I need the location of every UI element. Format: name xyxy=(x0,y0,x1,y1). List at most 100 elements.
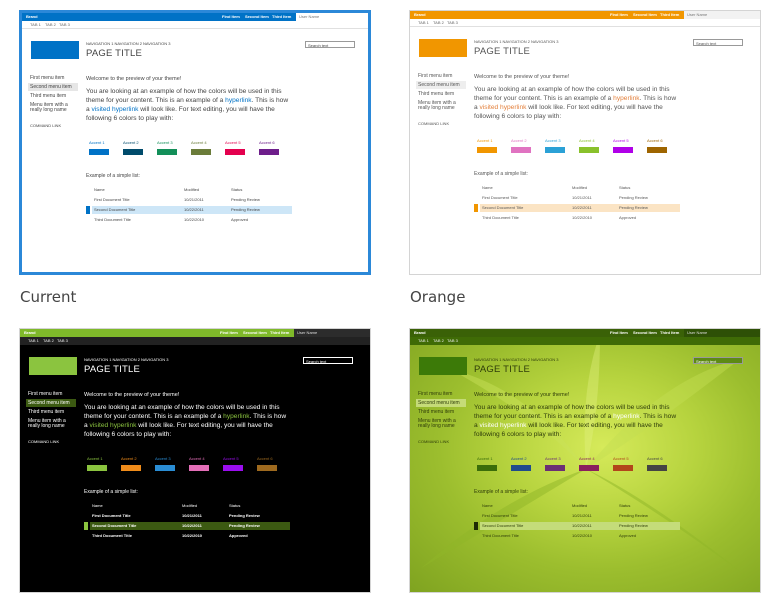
theme-thumbnail[interactable]: Brand Find Item Second Item Third Item User … xyxy=(19,328,371,593)
list-column-header[interactable]: Status xyxy=(619,186,630,190)
breadcrumb[interactable]: NAVIGATION 1 NAVIGATION 2 NAVIGATION 3 xyxy=(84,358,168,362)
suite-nav-item[interactable]: Third Item xyxy=(660,331,679,335)
user-name[interactable]: User Name xyxy=(299,15,319,19)
list-column-header[interactable]: Status xyxy=(619,504,630,508)
accent-swatch xyxy=(477,465,497,471)
list-cell[interactable]: Second Document Title xyxy=(482,206,523,210)
command-link[interactable]: COMMAND LINK xyxy=(418,122,449,126)
list-cell[interactable]: First Document Title xyxy=(482,196,518,200)
suite-nav-item[interactable]: Second Item xyxy=(633,331,657,335)
suite-nav-item[interactable]: Find Item xyxy=(222,15,240,19)
suite-nav-item[interactable]: Second Item xyxy=(633,13,657,17)
list-column-header[interactable]: Name xyxy=(482,504,493,508)
suite-nav-item[interactable]: Find Item xyxy=(220,331,238,335)
side-menu-item[interactable]: First menu item xyxy=(28,392,62,397)
visited-hyperlink[interactable]: visited hyperlink xyxy=(92,106,139,113)
suite-nav-item[interactable]: Find Item xyxy=(610,13,628,17)
search-input[interactable]: Search text xyxy=(693,357,743,364)
command-link[interactable]: COMMAND LINK xyxy=(30,124,61,128)
hyperlink[interactable]: hyperlink xyxy=(613,413,639,420)
tab-2[interactable]: TAB 2 xyxy=(45,23,56,27)
list-column-header[interactable]: Modified xyxy=(182,504,197,508)
accent-label: Accent 5 xyxy=(613,138,629,143)
side-menu-item[interactable]: Menu item with a really long name xyxy=(418,101,462,111)
page-title: PAGE TITLE xyxy=(84,364,141,375)
tab-3[interactable]: TAB 3 xyxy=(57,339,68,343)
hyperlink[interactable]: hyperlink xyxy=(223,413,249,420)
side-menu-item[interactable]: First menu item xyxy=(418,74,452,79)
tab-3[interactable]: TAB 3 xyxy=(447,339,458,343)
suite-nav-item[interactable]: Third Item xyxy=(272,15,291,19)
hyperlink[interactable]: hyperlink xyxy=(225,97,251,104)
search-input[interactable]: Search text xyxy=(305,41,355,48)
search-input[interactable]: Search text xyxy=(693,39,743,46)
side-menu-item[interactable]: Second menu item xyxy=(418,401,460,406)
theme-card-lime-image[interactable]: Brand Find Item Second Item Third Item User … xyxy=(409,328,761,593)
list-cell[interactable]: First Document Title xyxy=(92,514,131,518)
list-cell[interactable]: Third Document Title xyxy=(482,216,519,220)
list-column-header[interactable]: Modified xyxy=(184,188,199,192)
list-column-header[interactable]: Status xyxy=(229,504,240,508)
theme-thumbnail[interactable]: Brand Find Item Second Item Third Item User … xyxy=(409,10,761,275)
visited-hyperlink[interactable]: visited hyperlink xyxy=(90,422,137,429)
theme-thumbnail[interactable]: Brand Find Item Second Item Third Item User … xyxy=(409,328,761,593)
tab-1[interactable]: TAB 1 xyxy=(418,339,429,343)
list-cell[interactable]: Third Document Title xyxy=(92,534,132,538)
side-menu-item[interactable]: First menu item xyxy=(30,76,64,81)
side-menu-item[interactable]: Second menu item xyxy=(30,85,72,90)
user-name[interactable]: User Name xyxy=(687,331,707,335)
breadcrumb[interactable]: NAVIGATION 1 NAVIGATION 2 NAVIGATION 3 xyxy=(86,42,170,46)
list-column-header[interactable]: Status xyxy=(231,188,242,192)
welcome-text: Welcome to the preview of your theme! xyxy=(84,392,180,398)
visited-hyperlink[interactable]: visited hyperlink xyxy=(480,104,527,111)
side-menu-item[interactable]: Third menu item xyxy=(28,410,64,415)
theme-thumbnail[interactable]: Brand Find Item Second Item Third Item User … xyxy=(19,10,371,275)
list-cell[interactable]: Second Document Title xyxy=(92,524,136,528)
suite-nav-item[interactable]: Second Item xyxy=(243,331,267,335)
side-menu-item[interactable]: Menu item with a really long name xyxy=(28,419,72,429)
side-menu-item[interactable]: Menu item with a really long name xyxy=(418,419,462,429)
list-cell[interactable]: First Document Title xyxy=(482,514,518,518)
list-column-header[interactable]: Modified xyxy=(572,504,587,508)
breadcrumb[interactable]: NAVIGATION 1 NAVIGATION 2 NAVIGATION 3 xyxy=(474,40,558,44)
tab-3[interactable]: TAB 3 xyxy=(447,21,458,25)
list-cell[interactable]: First Document Title xyxy=(94,198,130,202)
tab-1[interactable]: TAB 1 xyxy=(28,339,39,343)
tab-3[interactable]: TAB 3 xyxy=(59,23,70,27)
tab-2[interactable]: TAB 2 xyxy=(43,339,54,343)
side-menu-item[interactable]: Third menu item xyxy=(30,94,66,99)
list-cell[interactable]: Second Document Title xyxy=(482,524,523,528)
suite-nav-item[interactable]: Second Item xyxy=(245,15,269,19)
side-menu-item[interactable]: First menu item xyxy=(418,392,452,397)
theme-card-orange[interactable]: Brand Find Item Second Item Third Item User … xyxy=(409,10,761,306)
side-menu-item[interactable]: Second menu item xyxy=(418,83,460,88)
theme-card-current[interactable]: Brand Find Item Second Item Third Item User … xyxy=(19,10,371,306)
theme-card-dark-green[interactable]: Brand Find Item Second Item Third Item User … xyxy=(19,328,371,593)
list-column-header[interactable]: Modified xyxy=(572,186,587,190)
user-name[interactable]: User Name xyxy=(687,13,707,17)
visited-hyperlink[interactable]: visited hyperlink xyxy=(480,422,527,429)
list-cell[interactable]: Second Document Title xyxy=(94,208,135,212)
suite-nav-item[interactable]: Find Item xyxy=(610,331,628,335)
list-column-header[interactable]: Name xyxy=(482,186,493,190)
list-cell[interactable]: Third Document Title xyxy=(482,534,519,538)
tab-1[interactable]: TAB 1 xyxy=(30,23,41,27)
tab-2[interactable]: TAB 2 xyxy=(433,21,444,25)
list-cell[interactable]: Third Document Title xyxy=(94,218,131,222)
command-link[interactable]: COMMAND LINK xyxy=(28,440,59,444)
list-column-header[interactable]: Name xyxy=(92,504,103,508)
hyperlink[interactable]: hyperlink xyxy=(613,95,639,102)
tab-1[interactable]: TAB 1 xyxy=(418,21,429,25)
list-column-header[interactable]: Name xyxy=(94,188,105,192)
side-menu-item[interactable]: Second menu item xyxy=(28,401,70,406)
breadcrumb[interactable]: NAVIGATION 1 NAVIGATION 2 NAVIGATION 3 xyxy=(474,358,558,362)
suite-nav-item[interactable]: Third Item xyxy=(660,13,679,17)
suite-nav-item[interactable]: Third Item xyxy=(270,331,289,335)
side-menu-item[interactable]: Menu item with a really long name xyxy=(30,103,74,113)
side-menu-item[interactable]: Third menu item xyxy=(418,410,454,415)
search-input[interactable]: Search text xyxy=(303,357,353,364)
tab-2[interactable]: TAB 2 xyxy=(433,339,444,343)
command-link[interactable]: COMMAND LINK xyxy=(418,440,449,444)
user-name[interactable]: User Name xyxy=(297,331,317,335)
side-menu-item[interactable]: Third menu item xyxy=(418,92,454,97)
